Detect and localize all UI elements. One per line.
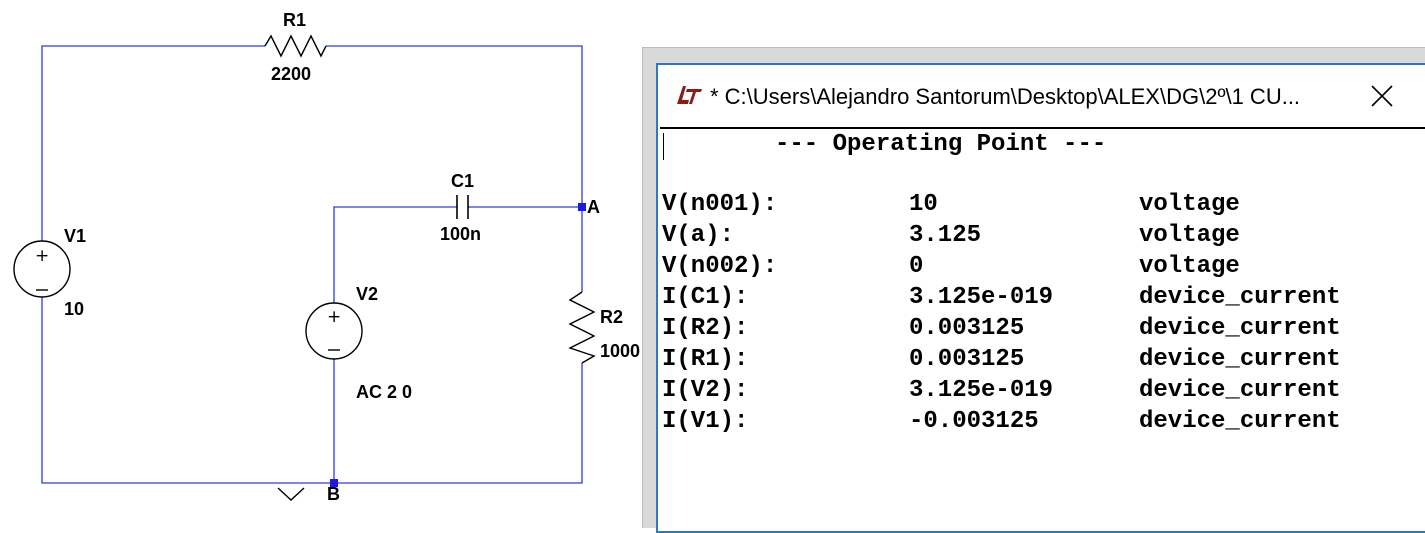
r2-value: 1000 [600, 341, 640, 361]
close-button[interactable] [1358, 75, 1404, 117]
node-a[interactable]: A [578, 197, 600, 217]
quantity-type: voltage [1139, 191, 1240, 218]
resistor-r1[interactable]: R1 2200 [264, 10, 327, 84]
quantity-type: device_current [1139, 346, 1341, 373]
quantity-type: device_current [1139, 377, 1341, 404]
quantity-name: I(C1): [662, 284, 749, 311]
c1-label: C1 [451, 171, 474, 191]
quantity-value: 0 [909, 253, 924, 280]
quantity-name: I(R2): [662, 315, 749, 342]
wire-c1-left [333, 206, 457, 303]
junction-a [578, 203, 586, 211]
node-a-label: A [587, 197, 600, 217]
quantity-name: I(V2): [662, 377, 749, 404]
quantity-type: voltage [1139, 222, 1240, 249]
list-item: I(V1): -0.003125 device_current [662, 408, 1422, 439]
list-item: I(R2): 0.003125 device_current [662, 315, 1422, 346]
list-item: I(V2): 3.125e-019 device_current [662, 377, 1422, 408]
list-item: I(R1): 0.003125 device_current [662, 346, 1422, 377]
voltage-source-v1[interactable]: + V1 10 [13, 226, 86, 319]
close-icon [1371, 85, 1393, 107]
text-cursor [663, 133, 664, 160]
quantity-type: device_current [1139, 315, 1341, 342]
v1-label: V1 [64, 226, 86, 246]
v2-label: V2 [356, 284, 378, 304]
r1-label: R1 [283, 10, 306, 30]
quantity-value: 0.003125 [909, 315, 1025, 342]
quantity-type: voltage [1139, 253, 1240, 280]
voltage-source-v2[interactable]: + V2 AC 2 0 [305, 284, 412, 402]
quantity-value: -0.003125 [909, 408, 1039, 435]
schematic-canvas[interactable]: R1 2200 R2 1000 C1 100n + V1 10 + V2 AC … [0, 0, 650, 519]
v2-value: AC 2 0 [356, 382, 412, 402]
quantity-type: device_current [1139, 408, 1341, 435]
list-item: I(C1): 3.125e-019 device_current [662, 284, 1422, 315]
operating-point-window[interactable]: * C:\Users\Alejandro Santorum\Desktop\AL… [656, 63, 1425, 533]
quantity-name: V(a): [662, 222, 735, 249]
output-text-area[interactable]: --- Operating Point --- V(n001): 10 volt… [660, 127, 1425, 531]
r2-label: R2 [600, 307, 623, 327]
r1-value: 2200 [271, 64, 311, 84]
quantity-name: V(n001): [662, 191, 778, 218]
quantity-value: 3.125 [909, 222, 982, 249]
ltspice-icon [677, 86, 702, 104]
quantity-value: 0.003125 [909, 346, 1025, 373]
list-item: V(n001): 10 voltage [662, 191, 1422, 222]
wires [41, 45, 583, 484]
resistor-r2-symbol [568, 291, 596, 364]
window-titlebar[interactable]: * C:\Users\Alejandro Santorum\Desktop\AL… [658, 65, 1425, 127]
plus-icon: + [35, 246, 49, 266]
list-item: V(a): 3.125 voltage [662, 222, 1422, 253]
quantity-name: I(R1): [662, 346, 749, 373]
node-b-label: B [327, 484, 340, 504]
ground-icon[interactable] [277, 487, 305, 501]
v1-value: 10 [64, 299, 84, 319]
resistor-r2[interactable]: R2 1000 [568, 291, 640, 364]
quantity-value: 3.125e-019 [909, 284, 1054, 311]
quantity-name: V(n002): [662, 253, 778, 280]
wire-top-left [41, 45, 265, 241]
operating-point-header: --- Operating Point --- [775, 131, 1107, 158]
list-item: V(n002): 0 voltage [662, 253, 1422, 284]
resistor-r1-symbol [264, 34, 327, 58]
c1-value: 100n [440, 224, 481, 244]
plus-icon: + [327, 307, 341, 327]
quantity-value: 3.125e-019 [909, 377, 1054, 404]
quantity-value: 10 [909, 191, 938, 218]
window-title: * C:\Users\Alejandro Santorum\Desktop\AL… [710, 84, 1301, 109]
quantity-type: device_current [1139, 284, 1341, 311]
quantity-name: I(V1): [662, 408, 749, 435]
wire-right-bottom [41, 297, 583, 484]
